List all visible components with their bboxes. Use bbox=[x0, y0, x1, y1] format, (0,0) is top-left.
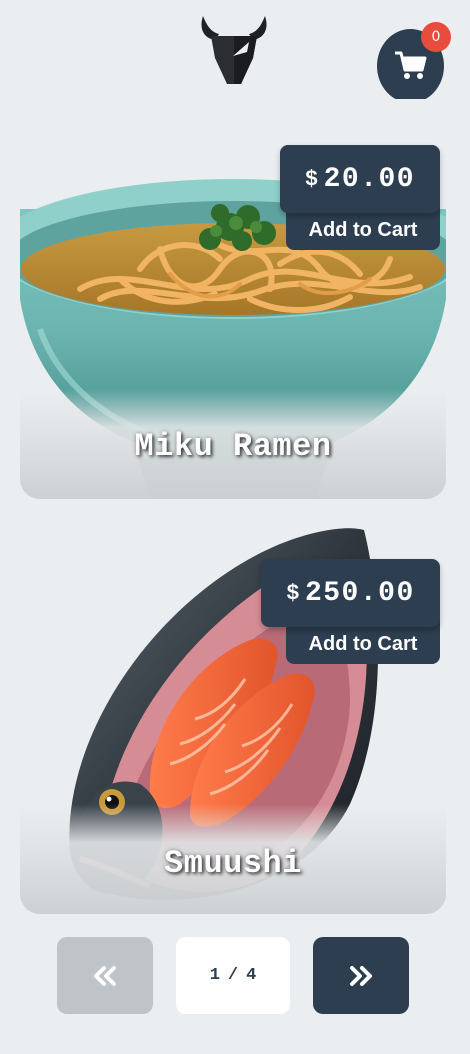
next-page-button[interactable] bbox=[313, 937, 409, 1014]
currency-symbol: $ bbox=[304, 166, 320, 192]
price-value: 20.00 bbox=[323, 163, 416, 195]
double-chevron-right-icon bbox=[350, 965, 372, 986]
double-chevron-left-icon bbox=[94, 965, 116, 986]
previous-page-button[interactable] bbox=[57, 937, 153, 1014]
price-tag: $20.00 bbox=[280, 145, 440, 213]
product-name: Miku Ramen bbox=[134, 428, 332, 465]
price-value: 250.00 bbox=[304, 577, 415, 609]
price-tag: $250.00 bbox=[261, 559, 440, 627]
cart-count-badge: 0 bbox=[421, 22, 451, 52]
page-separator: / bbox=[227, 966, 239, 985]
page-indicator: 1 / 4 bbox=[176, 937, 290, 1014]
bull-logo-icon[interactable] bbox=[197, 12, 271, 88]
current-page: 1 bbox=[209, 966, 220, 985]
shopping-cart-icon bbox=[394, 51, 426, 79]
currency-symbol: $ bbox=[286, 580, 301, 606]
total-pages: 4 bbox=[246, 966, 257, 985]
product-name: Smuushi bbox=[164, 845, 302, 882]
